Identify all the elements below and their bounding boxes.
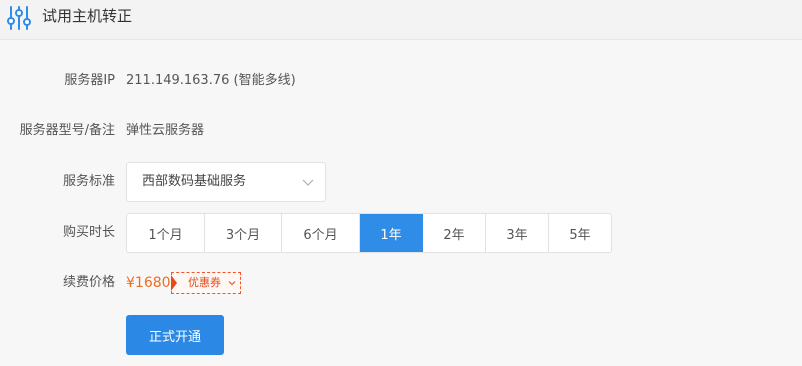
- duration-option-1-month[interactable]: 1个月: [127, 214, 205, 252]
- duration-option-3-years[interactable]: 3年: [486, 214, 549, 252]
- chevron-down-icon: [302, 179, 314, 186]
- duration-option-3-months[interactable]: 3个月: [205, 214, 282, 252]
- renewal-price-value: ¥1680: [126, 275, 171, 291]
- trial-host-convert-page: 试用主机转正 服务器IP 211.149.163.76 (智能多线) 服务器型号…: [0, 0, 802, 366]
- server-ip-value: 211.149.163.76 (智能多线): [126, 73, 296, 88]
- server-model-label: 服务器型号/备注: [19, 123, 115, 138]
- service-standard-selected: 西部数码基础服务: [142, 174, 247, 189]
- duration-option-5-years[interactable]: 5年: [549, 214, 611, 252]
- service-standard-select[interactable]: 西部数码基础服务: [126, 162, 326, 202]
- duration-selector: 1个月 3个月 6个月 1年 2年 3年 5年: [126, 213, 612, 253]
- server-model-value: 弹性云服务器: [126, 123, 205, 138]
- page-title: 试用主机转正: [42, 7, 133, 25]
- coupon-label: 优惠券: [188, 276, 221, 289]
- sliders-icon: [7, 6, 31, 30]
- server-ip-label: 服务器IP: [64, 73, 115, 88]
- activate-button[interactable]: 正式开通: [126, 315, 224, 355]
- duration-option-1-year[interactable]: 1年: [360, 214, 423, 252]
- page-header: 试用主机转正: [0, 0, 802, 40]
- chevron-down-icon: [228, 281, 236, 286]
- coupon-flag-icon: [171, 275, 177, 291]
- renewal-price-label: 续费价格: [62, 275, 115, 290]
- duration-option-6-months[interactable]: 6个月: [282, 214, 360, 252]
- coupon-button[interactable]: 优惠券: [171, 272, 241, 294]
- duration-option-2-years[interactable]: 2年: [423, 214, 486, 252]
- service-standard-label: 服务标准: [62, 174, 115, 189]
- duration-label: 购买时长: [62, 225, 115, 240]
